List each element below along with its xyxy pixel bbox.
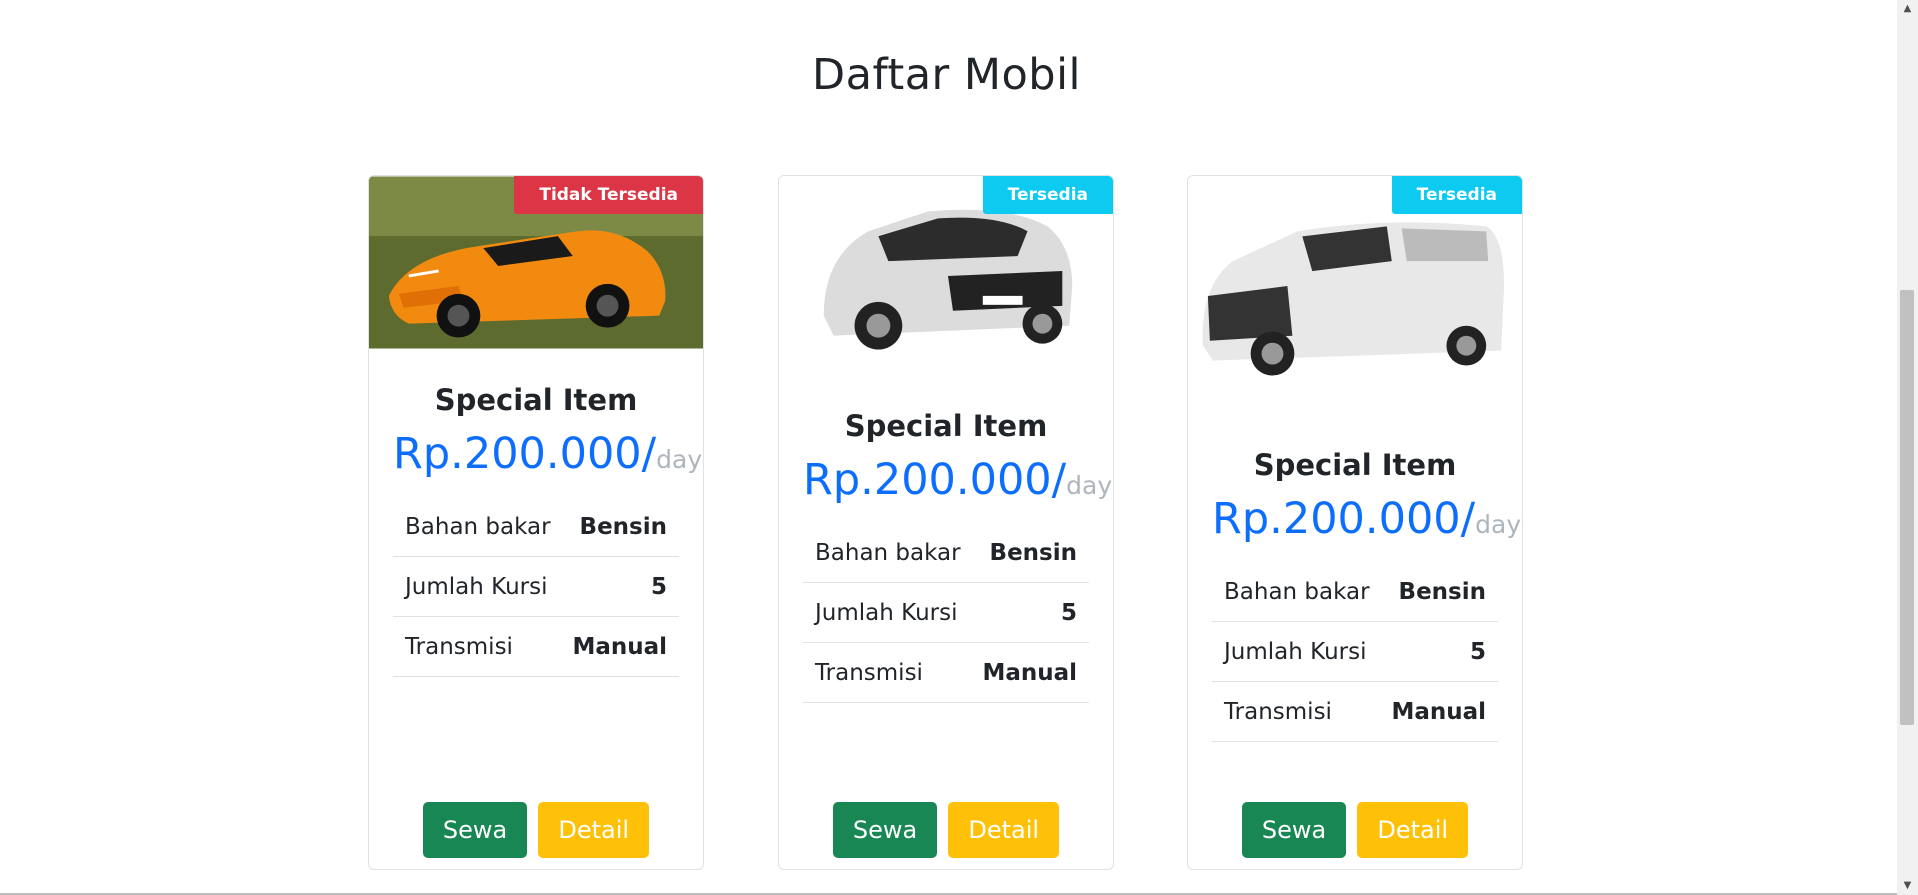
spec-row-fuel: Bahan bakar Bensin bbox=[803, 523, 1089, 583]
spec-list: Bahan bakar Bensin Jumlah Kursi 5 Transm… bbox=[393, 497, 679, 677]
card-body: Special Item Rp.200.000/day Bahan bakar … bbox=[1212, 448, 1521, 742]
spec-value: 5 bbox=[1469, 638, 1486, 665]
page-title: Daftar Mobil bbox=[812, 50, 1081, 100]
rent-button[interactable]: Sewa bbox=[1241, 802, 1347, 858]
spec-label: Transmisi bbox=[815, 659, 923, 686]
scroll-up-arrow-icon[interactable]: ▲ bbox=[1897, 0, 1918, 18]
price-unit: day bbox=[656, 445, 703, 474]
spec-row-transmission: Transmisi Manual bbox=[1212, 682, 1498, 742]
rent-button[interactable]: Sewa bbox=[422, 802, 528, 858]
spec-value: Manual bbox=[1391, 698, 1486, 725]
spec-row-fuel: Bahan bakar Bensin bbox=[393, 497, 679, 557]
spec-value: Manual bbox=[572, 633, 667, 660]
price: Rp.200.000/day bbox=[1212, 494, 1521, 544]
price-amount: Rp.200.000/ bbox=[393, 429, 657, 479]
card-actions: Sewa Detail bbox=[779, 802, 1113, 858]
card-body: Special Item Rp.200.000/day Bahan bakar … bbox=[393, 383, 702, 677]
card-actions: Sewa Detail bbox=[1188, 802, 1522, 858]
car-name: Special Item bbox=[434, 383, 638, 417]
spec-value: Manual bbox=[982, 659, 1077, 686]
vertical-scrollbar[interactable]: ▲ ▼ bbox=[1897, 0, 1918, 895]
car-name: Special Item bbox=[844, 409, 1048, 443]
car-card: Tersedia Special Item Rp.200.000/day Bah… bbox=[778, 175, 1114, 870]
status-badge: Tersedia bbox=[982, 176, 1113, 214]
price-amount: Rp.200.000/ bbox=[803, 455, 1067, 505]
spec-label: Transmisi bbox=[1224, 698, 1332, 725]
price: Rp.200.000/day bbox=[393, 429, 702, 479]
spec-label: Bahan bakar bbox=[405, 513, 551, 540]
spec-label: Transmisi bbox=[405, 633, 513, 660]
price-unit: day bbox=[1066, 471, 1113, 500]
price: Rp.200.000/day bbox=[803, 455, 1112, 505]
spec-row-transmission: Transmisi Manual bbox=[803, 643, 1089, 703]
car-card: Tidak Tersedia Special Item Rp.200.000/d… bbox=[368, 175, 704, 870]
detail-button[interactable]: Detail bbox=[948, 802, 1060, 858]
detail-button[interactable]: Detail bbox=[538, 802, 650, 858]
spec-label: Bahan bakar bbox=[815, 539, 961, 566]
spec-row-seats: Jumlah Kursi 5 bbox=[393, 557, 679, 617]
status-badge: Tidak Tersedia bbox=[514, 176, 703, 214]
spec-label: Bahan bakar bbox=[1224, 578, 1370, 605]
scroll-thumb[interactable] bbox=[1900, 290, 1914, 725]
price-unit: day bbox=[1475, 510, 1522, 539]
status-badge: Tersedia bbox=[1391, 176, 1522, 214]
card-body: Special Item Rp.200.000/day Bahan bakar … bbox=[803, 409, 1112, 703]
spec-value: Bensin bbox=[1398, 578, 1486, 605]
spec-row-fuel: Bahan bakar Bensin bbox=[1212, 562, 1498, 622]
car-name: Special Item bbox=[1253, 448, 1457, 482]
spec-label: Jumlah Kursi bbox=[405, 573, 548, 600]
spec-row-seats: Jumlah Kursi 5 bbox=[803, 583, 1089, 643]
scroll-down-arrow-icon[interactable]: ▼ bbox=[1897, 877, 1918, 895]
spec-list: Bahan bakar Bensin Jumlah Kursi 5 Transm… bbox=[1212, 562, 1498, 742]
spec-label: Jumlah Kursi bbox=[815, 599, 958, 626]
spec-label: Jumlah Kursi bbox=[1224, 638, 1367, 665]
rent-button[interactable]: Sewa bbox=[832, 802, 938, 858]
detail-button[interactable]: Detail bbox=[1357, 802, 1469, 858]
page: Daftar Mobil Tidak Tersedia Special Item… bbox=[0, 0, 1897, 895]
spec-list: Bahan bakar Bensin Jumlah Kursi 5 Transm… bbox=[803, 523, 1089, 703]
price-amount: Rp.200.000/ bbox=[1212, 494, 1476, 544]
spec-value: 5 bbox=[1060, 599, 1077, 626]
car-card: Tersedia Special Item Rp.200.000/day Bah… bbox=[1187, 175, 1523, 870]
spec-value: Bensin bbox=[579, 513, 667, 540]
spec-value: 5 bbox=[650, 573, 667, 600]
spec-row-seats: Jumlah Kursi 5 bbox=[1212, 622, 1498, 682]
spec-value: Bensin bbox=[989, 539, 1077, 566]
card-actions: Sewa Detail bbox=[369, 802, 703, 858]
spec-row-transmission: Transmisi Manual bbox=[393, 617, 679, 677]
